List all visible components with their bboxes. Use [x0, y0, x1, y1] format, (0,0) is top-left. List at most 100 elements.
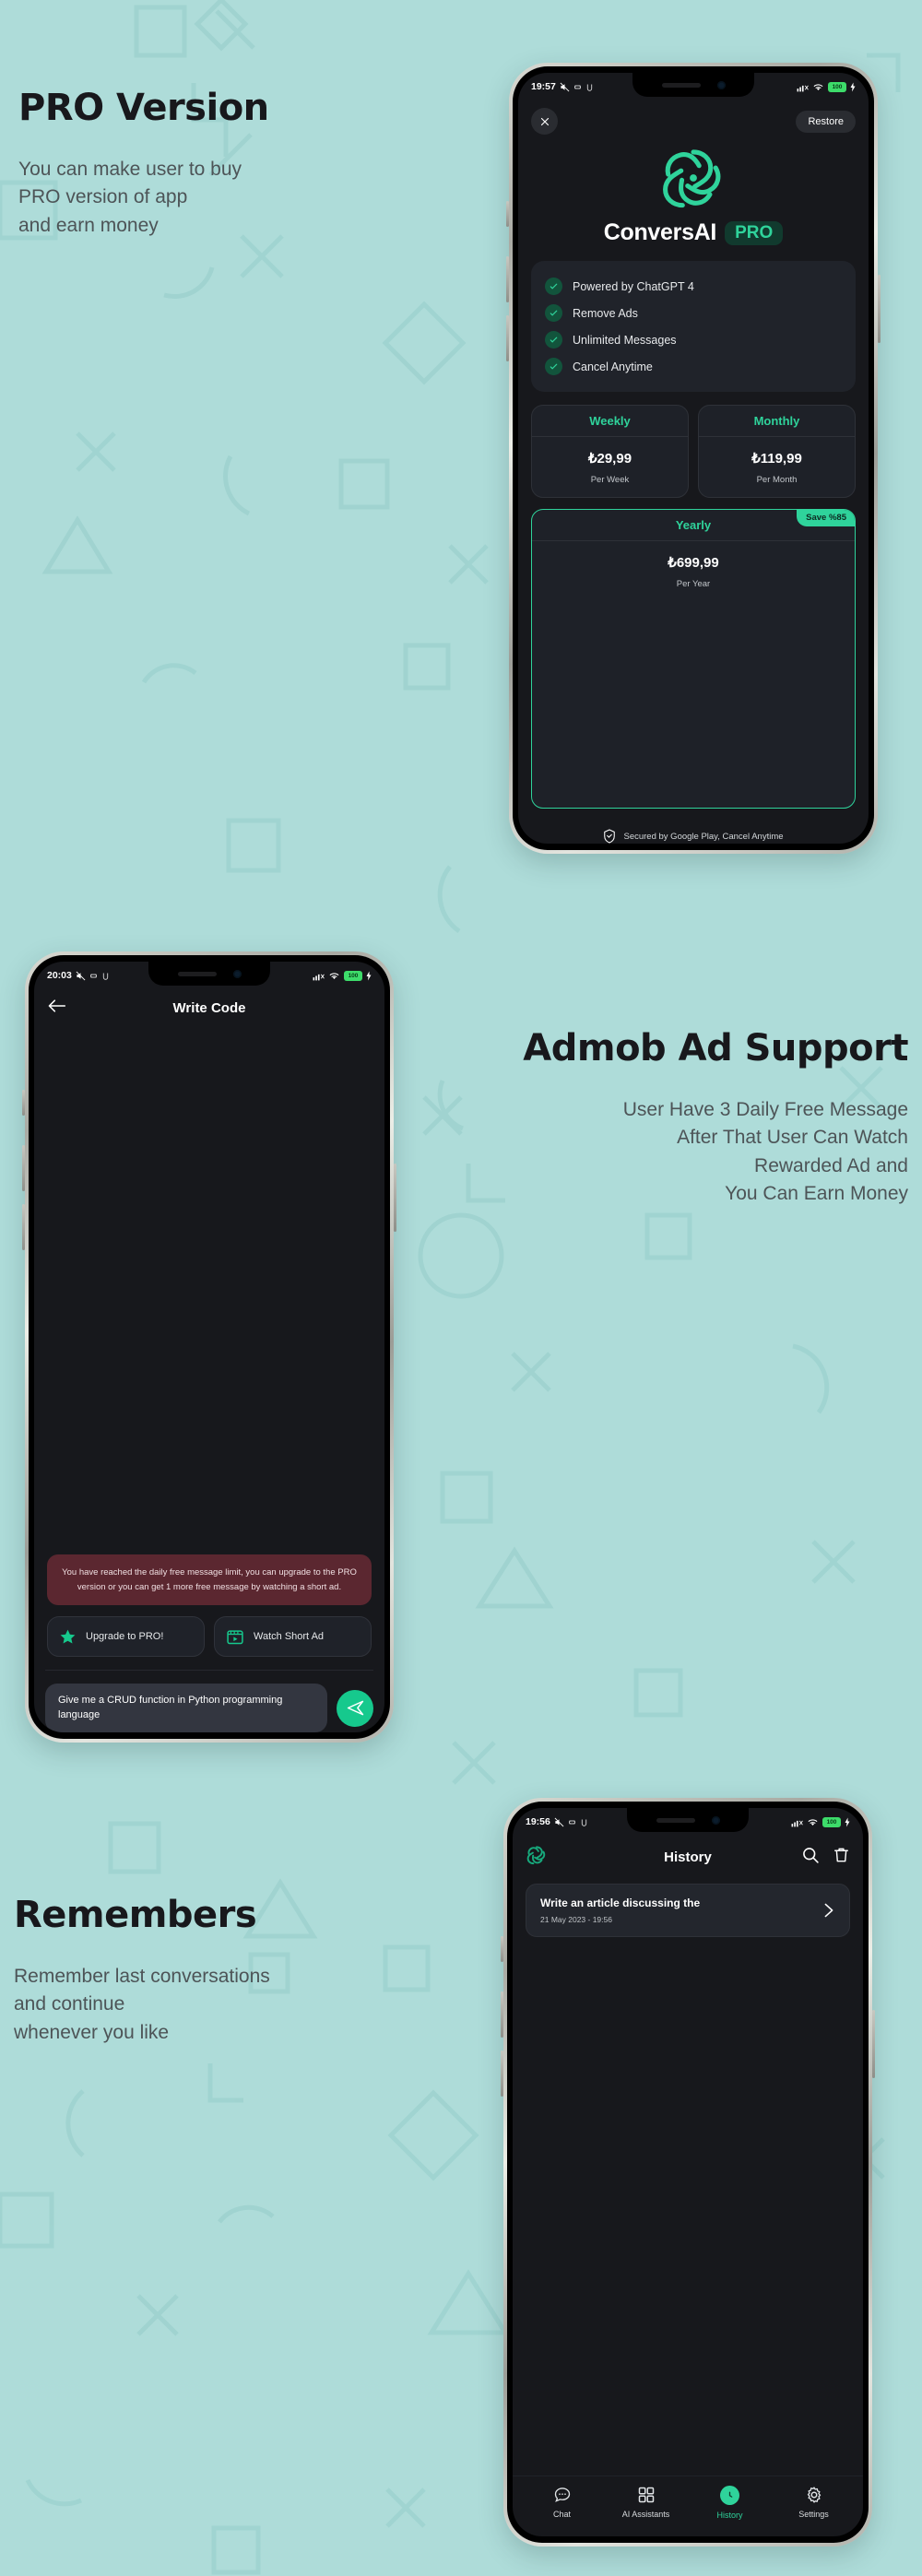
chat-icon	[554, 2487, 570, 2502]
tab-ai-assistants[interactable]: AI Assistants	[604, 2486, 688, 2520]
check-icon	[545, 331, 562, 349]
secure-note: Secured by Google Play, Cancel Anytime	[518, 829, 869, 844]
feature-item: Cancel Anytime	[545, 353, 842, 380]
page-title: Write Code	[172, 1000, 246, 1016]
status-bar: 20:03 100	[34, 962, 384, 989]
secure-note-label: Secured by Google Play, Cancel Anytime	[623, 831, 784, 842]
message-input[interactable]: Give me a CRUD function in Python progra…	[45, 1684, 327, 1732]
plan-price: ₺119,99	[751, 451, 802, 467]
check-icon	[545, 278, 562, 295]
feature-label: Cancel Anytime	[573, 360, 653, 373]
mute-icon	[554, 1817, 564, 1826]
status-bar: 19:56 100	[513, 1808, 863, 1836]
phone-mockup-pro: 19:57 100 Restore ConversAI PRO Powered …	[506, 63, 881, 854]
video-icon	[227, 1630, 243, 1645]
feature-label: Unlimited Messages	[573, 333, 677, 347]
gear-icon	[807, 2487, 821, 2503]
section-heading: Remembers	[14, 1894, 257, 1936]
check-icon	[545, 358, 562, 375]
front-camera	[716, 80, 726, 89]
app-logo	[518, 142, 869, 214]
notch	[627, 1808, 749, 1832]
sync-icon	[90, 974, 97, 977]
history-item-title: Write an article discussing the	[540, 1897, 701, 1909]
search-button[interactable]	[801, 1846, 820, 1869]
status-time: 20:03	[47, 970, 72, 981]
conversai-logo-icon	[526, 1846, 546, 1865]
wifi-icon	[808, 1819, 818, 1826]
history-list: Write an article discussing the 21 May 2…	[513, 1884, 863, 2476]
sync-icon	[569, 1820, 575, 1824]
plan-name: Monthly	[699, 406, 855, 437]
sync-icon	[574, 85, 581, 89]
tab-label: Chat	[552, 2510, 571, 2519]
delete-all-button[interactable]	[833, 1846, 850, 1869]
front-camera	[232, 969, 242, 978]
status-time: 19:57	[531, 81, 556, 92]
feature-item: Remove Ads	[545, 300, 842, 326]
earpiece-speaker	[177, 971, 217, 976]
cellular-icon	[797, 85, 809, 91]
mute-icon	[560, 82, 570, 91]
section-heading: PRO Version	[18, 87, 269, 129]
status-bar: 19:57 100	[518, 73, 869, 100]
check-icon	[545, 304, 562, 322]
battery-indicator: 100	[822, 1816, 841, 1827]
tab-history[interactable]: History	[688, 2486, 772, 2520]
brand-name: ConversAI	[603, 219, 717, 245]
grid-icon	[638, 2487, 654, 2503]
chevron-right-icon	[824, 1903, 833, 1918]
section-admob-ad-support: Admob Ad Support User Have 3 Daily Free …	[406, 1028, 908, 1209]
upgrade-to-pro-label: Upgrade to PRO!	[86, 1630, 164, 1642]
charging-icon	[850, 82, 856, 91]
star-icon	[60, 1629, 76, 1644]
plan-card-monthly[interactable]: Monthly ₺119,99 Per Month	[698, 405, 856, 498]
section-heading: Admob Ad Support	[523, 1027, 908, 1069]
app-logo-button[interactable]	[526, 1844, 548, 1871]
earpiece-speaker	[661, 82, 701, 88]
upgrade-to-pro-button[interactable]: Upgrade to PRO!	[47, 1616, 205, 1658]
front-camera	[711, 1815, 720, 1825]
limit-warning: You have reached the daily free message …	[47, 1554, 372, 1606]
search-icon	[803, 1848, 819, 1863]
close-button[interactable]	[531, 108, 558, 135]
restore-button[interactable]: Restore	[796, 110, 856, 133]
phone-mockup-write-code: 20:03 100 Write Code You have reached th…	[22, 951, 396, 1743]
tab-label: AI Assistants	[621, 2510, 670, 2519]
section-remembers: Remembers Remember last conversations an…	[14, 1895, 383, 2047]
plan-price: ₺29,99	[587, 451, 632, 467]
plan-period: Per Week	[590, 475, 630, 485]
clock-icon	[720, 2486, 739, 2505]
feature-label: Powered by ChatGPT 4	[573, 279, 694, 293]
back-button[interactable]	[48, 998, 66, 1018]
notch	[148, 962, 270, 986]
mute-icon	[76, 971, 86, 980]
status-time: 19:56	[526, 1816, 550, 1827]
watch-short-ad-button[interactable]: Watch Short Ad	[214, 1616, 372, 1658]
plan-card-yearly[interactable]: Save %85 Yearly ₺699,99 Per Year	[531, 509, 856, 809]
section-pro-version: PRO Version You can make user to buy PRO…	[18, 88, 313, 240]
watch-short-ad-label: Watch Short Ad	[254, 1630, 325, 1642]
send-button[interactable]	[337, 1689, 373, 1727]
feature-list: Powered by ChatGPT 4 Remove Ads Unlimite…	[531, 261, 856, 392]
notch	[632, 73, 754, 97]
plan-name: Weekly	[532, 406, 688, 437]
tab-chat[interactable]: Chat	[520, 2486, 604, 2520]
plan-card-weekly[interactable]: Weekly ₺29,99 Per Week	[531, 405, 689, 498]
vpn-icon	[581, 1819, 586, 1826]
feature-item: Unlimited Messages	[545, 326, 842, 353]
plan-price: ₺699,99	[668, 555, 719, 571]
close-icon	[540, 117, 549, 125]
vpn-icon	[102, 973, 108, 980]
chat-message-area	[34, 1031, 384, 1554]
cellular-icon	[313, 974, 325, 980]
history-list-item[interactable]: Write an article discussing the 21 May 2…	[526, 1884, 850, 1937]
charging-icon	[845, 1817, 850, 1826]
cellular-icon	[791, 1820, 803, 1826]
tab-settings[interactable]: Settings	[772, 2486, 856, 2520]
pro-badge: PRO	[725, 220, 784, 245]
feature-item: Powered by ChatGPT 4	[545, 273, 842, 300]
arrow-left-icon	[48, 999, 66, 1012]
section-body: User Have 3 Daily Free Message After Tha…	[622, 1099, 908, 1205]
tab-label: Settings	[798, 2510, 829, 2519]
